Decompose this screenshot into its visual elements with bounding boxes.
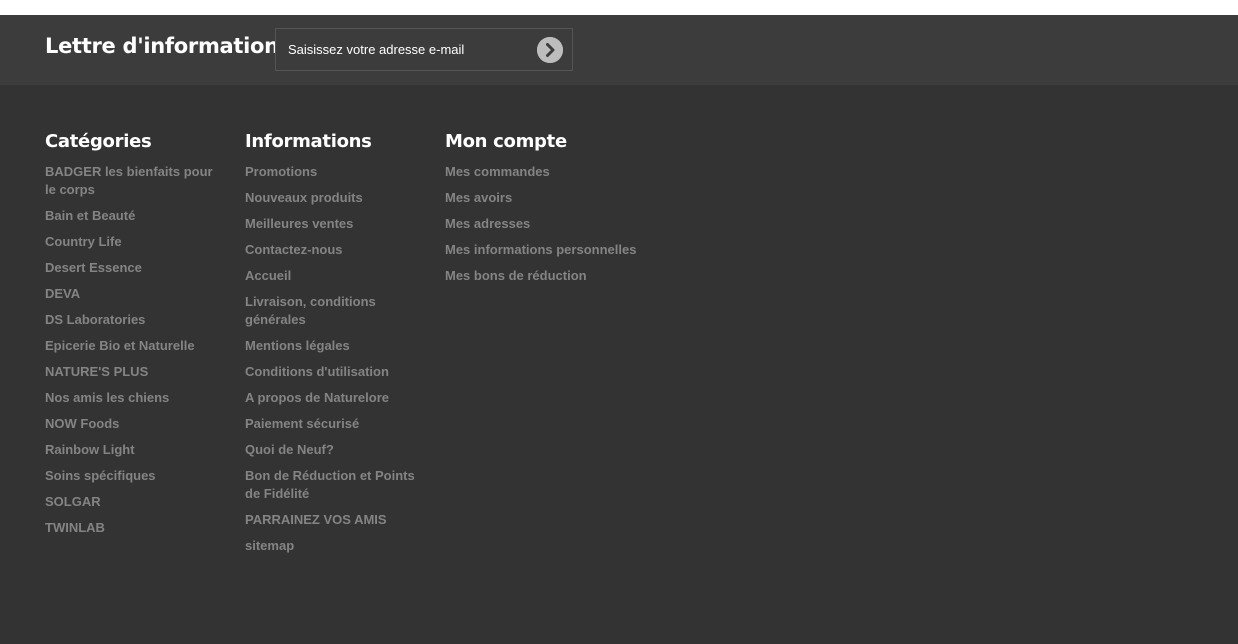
footer-link-item: TWINLAB (45, 519, 220, 537)
footer-link[interactable]: SOLGAR (45, 493, 220, 511)
footer-link[interactable]: TWINLAB (45, 519, 220, 537)
footer-link-item: Epicerie Bio et Naturelle (45, 337, 220, 355)
footer-link[interactable]: Mes avoirs (445, 189, 665, 207)
categories-list: BADGER les bienfaits pour le corps Bain e… (45, 163, 220, 537)
footer-link[interactable]: Accueil (245, 267, 420, 285)
footer-link-item: Mes bons de réduction (445, 267, 665, 285)
footer-link[interactable]: Mentions légales (245, 337, 420, 355)
footer-link[interactable]: A propos de Naturelore (245, 389, 420, 407)
footer-link-item: Bain et Beauté (45, 207, 220, 225)
categories-heading: Catégories (45, 131, 152, 152)
footer-link[interactable]: Bain et Beauté (45, 207, 220, 225)
footer-link[interactable]: BADGER les bienfaits pour le corps (45, 163, 220, 199)
footer-link-item: Nos amis les chiens (45, 389, 220, 407)
footer-link-item: NATURE'S PLUS (45, 363, 220, 381)
footer-link[interactable]: Meilleures ventes (245, 215, 420, 233)
footer-link[interactable]: Mes adresses (445, 215, 665, 233)
footer-link-item: Mes informations personnelles (445, 241, 665, 259)
footer-link[interactable]: Mes commandes (445, 163, 665, 181)
newsletter-title: Lettre d'informations (45, 34, 292, 58)
footer-link[interactable]: Epicerie Bio et Naturelle (45, 337, 220, 355)
email-input[interactable] (288, 29, 528, 70)
footer-link-item: Nouveaux produits (245, 189, 420, 207)
footer-link[interactable]: Quoi de Neuf? (245, 441, 420, 459)
footer-link-item: SOLGAR (45, 493, 220, 511)
footer: Catégories BADGER les bienfaits pour le … (0, 85, 1238, 644)
footer-link-item: sitemap (245, 537, 420, 555)
footer-link[interactable]: Paiement sécurisé (245, 415, 420, 433)
footer-link-item: A propos de Naturelore (245, 389, 420, 407)
footer-link-item: Mes commandes (445, 163, 665, 181)
informations-list: Promotions Nouveaux produits Meilleures ve… (245, 163, 420, 555)
footer-link[interactable]: Nouveaux produits (245, 189, 420, 207)
footer-link-item: Country Life (45, 233, 220, 251)
footer-link[interactable]: Conditions d'utilisation (245, 363, 420, 381)
newsletter-bar: Lettre d'informations (0, 15, 1238, 85)
page: Lettre d'informations Catégories BADGER … (0, 0, 1238, 644)
chevron-right-circle-icon (537, 37, 563, 63)
footer-link[interactable]: Bon de Réduction et Points de Fidélité (245, 467, 420, 503)
footer-link-item: Accueil (245, 267, 420, 285)
footer-link-item: PARRAINEZ VOS AMIS (245, 511, 420, 529)
footer-link-item: DEVA (45, 285, 220, 303)
account-block: Mon compte Mes commandes Mes avoirs Mes ad… (445, 131, 665, 293)
footer-link[interactable]: NOW Foods (45, 415, 220, 433)
footer-link[interactable]: Desert Essence (45, 259, 220, 277)
footer-link-item: Conditions d'utilisation (245, 363, 420, 381)
footer-link-item: Bon de Réduction et Points de Fidélité (245, 467, 420, 503)
footer-link[interactable]: sitemap (245, 537, 420, 555)
footer-link[interactable]: Promotions (245, 163, 420, 181)
footer-link-item: DS Laboratories (45, 311, 220, 329)
newsletter-form (275, 28, 573, 71)
footer-link[interactable]: Mes bons de réduction (445, 267, 665, 285)
footer-link[interactable]: DS Laboratories (45, 311, 220, 329)
footer-link[interactable]: NATURE'S PLUS (45, 363, 220, 381)
footer-link[interactable]: PARRAINEZ VOS AMIS (245, 511, 420, 529)
footer-link-item: Mes adresses (445, 215, 665, 233)
footer-link-item: Livraison, conditions générales (245, 293, 420, 329)
footer-link[interactable]: Nos amis les chiens (45, 389, 220, 407)
footer-link-item: Desert Essence (45, 259, 220, 277)
informations-block: Informations Promotions Nouveaux produits… (245, 131, 420, 563)
footer-link-item: Meilleures ventes (245, 215, 420, 233)
footer-link-item: BADGER les bienfaits pour le corps (45, 163, 220, 199)
footer-link[interactable]: Mes informations personnelles (445, 241, 665, 259)
account-heading: Mon compte (445, 131, 567, 152)
newsletter-submit-button[interactable] (537, 37, 563, 63)
footer-link-item: Mentions légales (245, 337, 420, 355)
footer-link[interactable]: Contactez-nous (245, 241, 420, 259)
footer-link[interactable]: Livraison, conditions générales (245, 293, 420, 329)
footer-link-item: NOW Foods (45, 415, 220, 433)
footer-link-item: Promotions (245, 163, 420, 181)
informations-heading: Informations (245, 131, 372, 152)
footer-link-item: Soins spécifiques (45, 467, 220, 485)
categories-block: Catégories BADGER les bienfaits pour le … (45, 131, 220, 545)
footer-link-item: Rainbow Light (45, 441, 220, 459)
footer-link[interactable]: Soins spécifiques (45, 467, 220, 485)
account-list: Mes commandes Mes avoirs Mes adresses Mes i… (445, 163, 665, 285)
footer-link-item: Mes avoirs (445, 189, 665, 207)
footer-link[interactable]: Rainbow Light (45, 441, 220, 459)
footer-link[interactable]: Country Life (45, 233, 220, 251)
footer-link-item: Contactez-nous (245, 241, 420, 259)
footer-link[interactable]: DEVA (45, 285, 220, 303)
footer-link-item: Quoi de Neuf? (245, 441, 420, 459)
footer-link-item: Paiement sécurisé (245, 415, 420, 433)
